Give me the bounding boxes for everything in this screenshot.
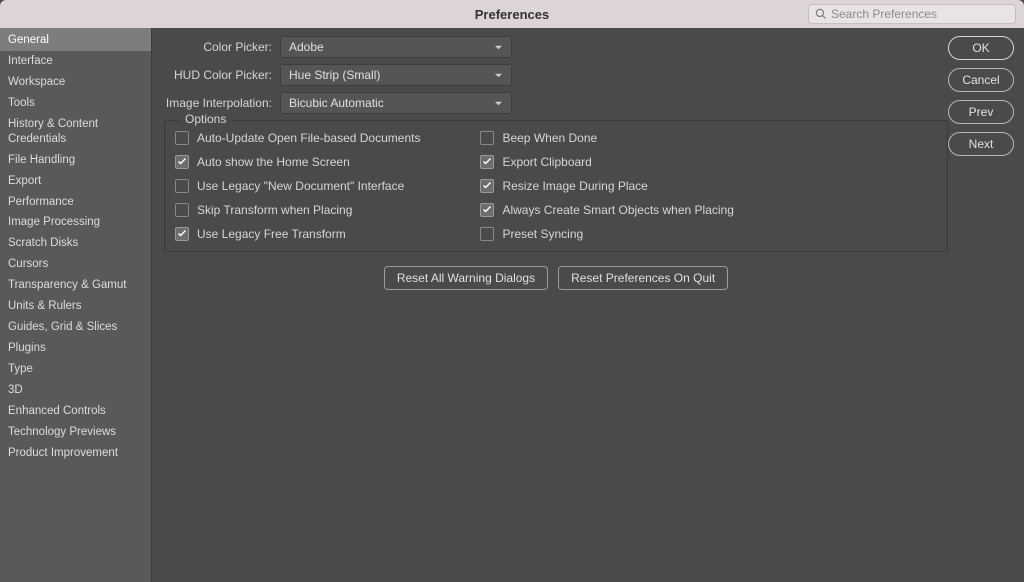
- check-icon: [177, 229, 187, 239]
- options-fieldset: Options Auto-Update Open File-based Docu…: [164, 120, 948, 252]
- checkbox-box[interactable]: [175, 131, 189, 145]
- sidebar: GeneralInterfaceWorkspaceToolsHistory & …: [0, 28, 152, 582]
- sidebar-item-performance[interactable]: Performance: [0, 192, 151, 213]
- checkbox-box[interactable]: [480, 179, 494, 193]
- sidebar-item-tools[interactable]: Tools: [0, 93, 151, 114]
- check-icon: [177, 157, 187, 167]
- checkbox-box[interactable]: [480, 227, 494, 241]
- search-input[interactable]: [831, 7, 1009, 21]
- checkbox-box[interactable]: [175, 179, 189, 193]
- chevron-down-icon: [494, 99, 503, 108]
- sidebar-item-units-rulers[interactable]: Units & Rulers: [0, 296, 151, 317]
- search-icon: [815, 8, 827, 20]
- checkbox-label: Auto-Update Open File-based Documents: [197, 131, 420, 145]
- hud-color-picker-select[interactable]: Hue Strip (Small): [280, 64, 512, 86]
- checkbox-box[interactable]: [480, 131, 494, 145]
- checkbox-preset-syncing[interactable]: Preset Syncing: [480, 227, 733, 241]
- sidebar-item-guides-grid-slices[interactable]: Guides, Grid & Slices: [0, 317, 151, 338]
- checkbox-auto-update-open-file-based-documents[interactable]: Auto-Update Open File-based Documents: [175, 131, 420, 145]
- reset-on-quit-button[interactable]: Reset Preferences On Quit: [558, 266, 728, 290]
- sidebar-item-transparency-gamut[interactable]: Transparency & Gamut: [0, 275, 151, 296]
- color-picker-select[interactable]: Adobe: [280, 36, 512, 58]
- sidebar-item-plugins[interactable]: Plugins: [0, 338, 151, 359]
- checkbox-label: Resize Image During Place: [502, 179, 647, 193]
- sidebar-item-image-processing[interactable]: Image Processing: [0, 212, 151, 233]
- checkbox-label: Export Clipboard: [502, 155, 591, 169]
- right-buttons: OK Cancel Prev Next: [948, 28, 1024, 582]
- color-picker-label: Color Picker:: [164, 40, 272, 54]
- prev-button[interactable]: Prev: [948, 100, 1014, 124]
- reset-warnings-button[interactable]: Reset All Warning Dialogs: [384, 266, 548, 290]
- color-picker-value: Adobe: [289, 40, 324, 54]
- options-legend: Options: [179, 112, 232, 126]
- sidebar-item-workspace[interactable]: Workspace: [0, 72, 151, 93]
- checkbox-always-create-smart-objects-when-placing[interactable]: Always Create Smart Objects when Placing: [480, 203, 733, 217]
- check-icon: [482, 157, 492, 167]
- main-panel: Color Picker: Adobe HUD Color Picker: Hu…: [152, 28, 948, 582]
- checkbox-label: Skip Transform when Placing: [197, 203, 352, 217]
- sidebar-item-interface[interactable]: Interface: [0, 51, 151, 72]
- checkbox-label: Auto show the Home Screen: [197, 155, 350, 169]
- chevron-down-icon: [494, 43, 503, 52]
- ok-button[interactable]: OK: [948, 36, 1014, 60]
- sidebar-item-general[interactable]: General: [0, 28, 151, 51]
- checkbox-label: Beep When Done: [502, 131, 597, 145]
- options-col-2: Beep When Done Export Clipboard Resize Ima…: [480, 131, 733, 241]
- sidebar-item-3d[interactable]: 3D: [0, 380, 151, 401]
- sidebar-item-history-content-credentials[interactable]: History & Content Credentials: [0, 114, 151, 150]
- titlebar: Preferences: [0, 0, 1024, 28]
- checkbox-label: Use Legacy "New Document" Interface: [197, 179, 404, 193]
- sidebar-item-product-improvement[interactable]: Product Improvement: [0, 443, 151, 464]
- chevron-down-icon: [494, 71, 503, 80]
- check-icon: [482, 205, 492, 215]
- hud-color-picker-label: HUD Color Picker:: [164, 68, 272, 82]
- checkbox-box[interactable]: [175, 203, 189, 217]
- image-interpolation-value: Bicubic Automatic: [289, 96, 384, 110]
- check-icon: [482, 181, 492, 191]
- sidebar-item-type[interactable]: Type: [0, 359, 151, 380]
- checkbox-label: Preset Syncing: [502, 227, 583, 241]
- checkbox-label: Use Legacy Free Transform: [197, 227, 346, 241]
- sidebar-item-technology-previews[interactable]: Technology Previews: [0, 422, 151, 443]
- image-interpolation-label: Image Interpolation:: [164, 96, 272, 110]
- sidebar-item-scratch-disks[interactable]: Scratch Disks: [0, 233, 151, 254]
- sidebar-item-enhanced-controls[interactable]: Enhanced Controls: [0, 401, 151, 422]
- checkbox-box[interactable]: [175, 227, 189, 241]
- options-col-1: Auto-Update Open File-based Documents Aut…: [175, 131, 420, 241]
- checkbox-resize-image-during-place[interactable]: Resize Image During Place: [480, 179, 733, 193]
- checkbox-box[interactable]: [175, 155, 189, 169]
- next-button[interactable]: Next: [948, 132, 1014, 156]
- checkbox-skip-transform-when-placing[interactable]: Skip Transform when Placing: [175, 203, 420, 217]
- checkbox-export-clipboard[interactable]: Export Clipboard: [480, 155, 733, 169]
- sidebar-item-file-handling[interactable]: File Handling: [0, 150, 151, 171]
- search-wrap[interactable]: [808, 4, 1016, 24]
- cancel-button[interactable]: Cancel: [948, 68, 1014, 92]
- checkbox-use-legacy-free-transform[interactable]: Use Legacy Free Transform: [175, 227, 420, 241]
- checkbox-auto-show-the-home-screen[interactable]: Auto show the Home Screen: [175, 155, 420, 169]
- checkbox-beep-when-done[interactable]: Beep When Done: [480, 131, 733, 145]
- sidebar-item-cursors[interactable]: Cursors: [0, 254, 151, 275]
- hud-color-picker-value: Hue Strip (Small): [289, 68, 380, 82]
- image-interpolation-select[interactable]: Bicubic Automatic: [280, 92, 512, 114]
- checkbox-use-legacy-new-document-interface[interactable]: Use Legacy "New Document" Interface: [175, 179, 420, 193]
- sidebar-item-export[interactable]: Export: [0, 171, 151, 192]
- checkbox-box[interactable]: [480, 203, 494, 217]
- checkbox-box[interactable]: [480, 155, 494, 169]
- checkbox-label: Always Create Smart Objects when Placing: [502, 203, 733, 217]
